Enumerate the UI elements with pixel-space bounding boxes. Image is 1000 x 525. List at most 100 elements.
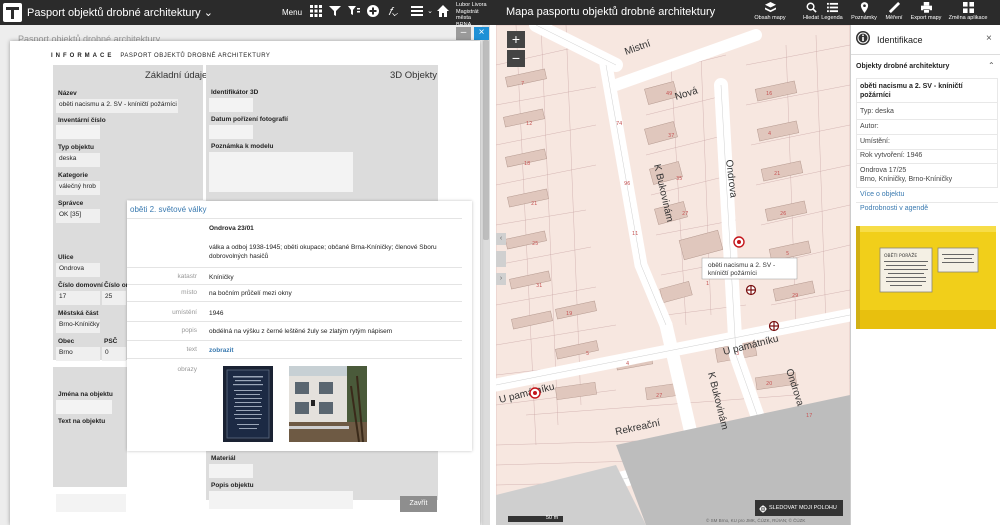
left-app-topbar: Pasport objektů drobné architektury ⌄ Me… <box>0 0 490 28</box>
building-photo-thumbnail[interactable] <box>289 366 367 443</box>
svg-text:26: 26 <box>780 211 786 217</box>
ident3d-label: Identifikátor 3D <box>211 89 259 96</box>
nazev-field[interactable]: oběti nacismu a 2. SV - kníničtí požární… <box>56 99 178 113</box>
map-canvas[interactable]: 7 12 18 21 25 31 74 96 11 49 37 35 27 16 4 21 26 5 29 1… <box>496 25 850 525</box>
svg-text:5: 5 <box>586 351 589 357</box>
psc-label: PSČ <box>104 338 118 345</box>
map-view[interactable]: 7 12 18 21 25 31 74 96 11 49 37 35 27 16 4 21 26 5 29 1… <box>496 25 850 525</box>
close-window-button[interactable]: × <box>474 27 489 40</box>
inventarni-field[interactable] <box>56 125 100 139</box>
left-scrollbar[interactable] <box>482 25 490 525</box>
detail-key-misto: místo <box>181 289 197 296</box>
detail-value-popis: obdélná na výšku z černé leštěné žuly se… <box>209 328 393 335</box>
svg-text:16: 16 <box>766 91 772 97</box>
svg-text:25: 25 <box>532 241 538 247</box>
zoom-out-button[interactable]: − <box>507 50 525 67</box>
map-marker[interactable] <box>529 387 541 399</box>
svg-text:35: 35 <box>676 176 682 182</box>
agenda-details-link[interactable]: Podrobnosti v agendě <box>860 205 928 212</box>
detail-divider <box>127 218 462 219</box>
kategorie-field[interactable]: válečný hrob <box>56 181 100 195</box>
datum-field[interactable] <box>209 125 253 139</box>
divider <box>856 202 998 203</box>
divider <box>856 187 998 188</box>
detail-key-katastr: katastr <box>177 273 197 280</box>
spravce-label: Správce <box>58 200 84 207</box>
menu-label[interactable]: Menu <box>282 8 302 17</box>
svg-text:4: 4 <box>626 361 629 367</box>
grid-icon[interactable] <box>309 5 323 19</box>
svg-text:96: 96 <box>624 181 630 187</box>
chevron-up-icon[interactable]: ⌃ <box>988 61 995 70</box>
cislo-orient-field[interactable]: 25 <box>102 291 126 305</box>
map-content-button[interactable]: Obsah mapy <box>750 2 790 22</box>
collapse-right-handle[interactable]: › <box>496 273 506 285</box>
jmena-label: Jména na objektu <box>58 391 113 398</box>
change-app-button[interactable]: Změna aplikace <box>945 2 991 22</box>
obec-field[interactable]: Brno <box>56 347 100 361</box>
mestska-cast-field[interactable]: Brno-Kníničky <box>56 319 100 333</box>
datum-label: Datum pořízení fotografií <box>211 116 288 123</box>
zoom-in-button[interactable]: + <box>507 31 525 48</box>
selected-marker[interactable] <box>745 284 757 296</box>
ident3d-field[interactable] <box>209 98 253 112</box>
material-field[interactable] <box>209 464 253 478</box>
svg-text:31: 31 <box>536 283 542 289</box>
object-photo[interactable]: OBĚTI PORÁŽE <box>856 226 996 329</box>
psc-field[interactable]: 0 <box>102 347 126 361</box>
chevron-down-icon[interactable]: ⌄ <box>423 5 437 19</box>
show-text-link[interactable]: zobrazit <box>209 346 234 355</box>
app-title: Pasport objektů drobné architektury ⌄ <box>27 7 213 19</box>
home-icon[interactable] <box>436 5 450 19</box>
app-logo[interactable] <box>3 3 22 22</box>
cislo-domovni-field[interactable]: 17 <box>56 291 100 305</box>
export-map-button[interactable]: Export mapy <box>906 2 946 22</box>
detail-divider <box>127 301 462 302</box>
detail-divider <box>127 321 462 322</box>
poznamka-label: Poznámka k modelu <box>211 143 274 150</box>
popis-field[interactable] <box>209 491 353 509</box>
close-identify-icon[interactable]: × <box>986 33 992 44</box>
divider <box>851 54 1000 55</box>
svg-text:27: 27 <box>656 393 662 399</box>
jmena-field[interactable] <box>56 400 112 414</box>
ulice-field[interactable]: Ondrova <box>56 263 100 277</box>
identify-address: Brno, Kníničky, Brno-Kníničky <box>860 176 953 183</box>
svg-text:74: 74 <box>616 121 622 127</box>
map-marker-cross[interactable] <box>768 320 780 332</box>
more-about-object-link[interactable]: Více o objektu <box>860 191 904 198</box>
svg-text:20: 20 <box>766 381 772 387</box>
divider <box>856 102 998 103</box>
identify-address: Ondrova 17/25 <box>860 167 907 174</box>
svg-text:12: 12 <box>526 121 532 127</box>
typ-field[interactable]: deska <box>56 153 100 167</box>
user-name: Lubor Livora <box>456 2 487 8</box>
svg-text:18: 18 <box>524 161 530 167</box>
collapse-left-handle[interactable]: ‹ <box>496 233 506 245</box>
list-icon[interactable] <box>410 5 424 19</box>
svg-text:49: 49 <box>666 91 672 97</box>
add-circle-icon[interactable] <box>366 5 380 19</box>
3d-objects-title: 3D Objekty <box>390 70 437 81</box>
map-marker[interactable] <box>733 236 745 248</box>
svg-text:4: 4 <box>768 131 771 137</box>
svg-text:1: 1 <box>706 281 709 287</box>
plaque-photo-thumbnail[interactable] <box>223 366 273 442</box>
detail-divider <box>127 340 462 341</box>
scrollbar-thumb[interactable] <box>483 40 489 240</box>
popis-label: Popis objektu <box>211 482 254 489</box>
poznamka-field[interactable] <box>209 152 353 192</box>
identify-group[interactable]: Objekty drobné architektury <box>856 63 949 70</box>
follow-location-button[interactable]: SLEDOVAT MOJI POLOHU <box>755 500 843 516</box>
text-field[interactable] <box>56 494 126 512</box>
function-icon[interactable]: 𝑓⌄ <box>386 5 400 19</box>
typ-label: Typ objektu <box>58 144 94 151</box>
form-header: INFORMACE PASPORT OBJEKTŮ DROBNÉ ARCHITEK… <box>51 53 271 59</box>
close-button[interactable]: Zavřít <box>400 496 437 512</box>
filter-icon[interactable] <box>328 5 342 19</box>
detail-value-misto: na bočním průčelí mezi okny <box>209 290 292 297</box>
filter-list-icon[interactable] <box>347 5 361 19</box>
spravce-field[interactable]: OK [35] <box>56 209 100 223</box>
resize-handle[interactable] <box>496 251 506 267</box>
minimize-button[interactable]: – <box>456 27 471 40</box>
